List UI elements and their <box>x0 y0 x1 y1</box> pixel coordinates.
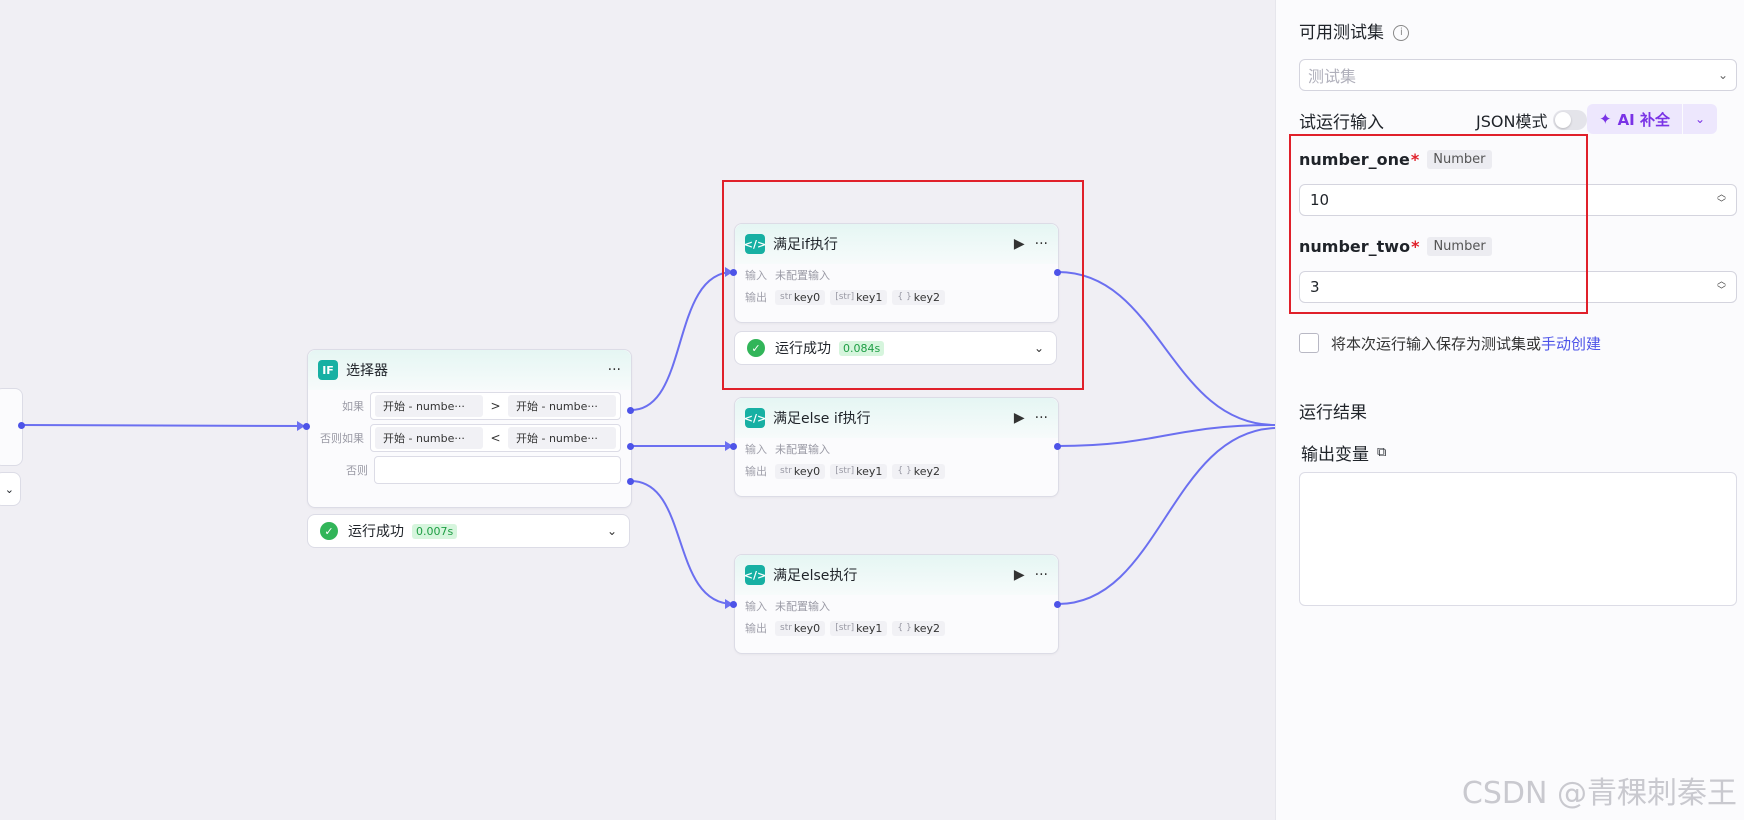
if-icon: IF <box>318 360 338 380</box>
stepper-icon[interactable]: ︿ ﹀ <box>1717 278 1726 296</box>
edge-start-to-selector <box>20 424 306 427</box>
condition-right: 开始 - numbe··· <box>508 395 616 417</box>
selector-status[interactable]: ✓ 运行成功 0.007s ⌄ <box>307 514 630 548</box>
start-status-partial[interactable]: ⌄ <box>0 472 21 506</box>
chevron-down-icon[interactable]: ⌄ <box>607 524 617 538</box>
copy-icon[interactable]: ⧉ <box>1377 445 1386 460</box>
selector-elseif-port[interactable] <box>627 443 634 450</box>
chevron-down-icon: ⌄ <box>1694 112 1706 126</box>
code-node-else[interactable]: </> 满足else执行 ▶ ··· 输入 未配置输入 输出 str key0 [… <box>734 554 1059 654</box>
output-label: 输出 <box>745 622 767 635</box>
condition-left: 开始 - numbe··· <box>375 427 483 449</box>
json-mode[interactable]: JSON模式 <box>1476 108 1588 132</box>
check-circle-icon: ✓ <box>320 522 338 540</box>
more-icon[interactable]: ··· <box>1035 567 1048 583</box>
selector-input-port[interactable] <box>303 423 310 430</box>
stepper-icon[interactable]: ︿ ﹀ <box>1717 191 1726 209</box>
ai-fill-button[interactable]: ✦ AI 补全 <box>1587 104 1682 134</box>
save-testset-checkbox[interactable] <box>1299 333 1319 353</box>
ai-fill-dropdown[interactable]: ⌄ <box>1683 104 1717 134</box>
input-label: 输入 <box>745 443 767 456</box>
edge-selector-to-if <box>630 271 734 411</box>
ai-fill-label: AI 补全 <box>1617 110 1670 129</box>
watermark: CSDN @青稞刺秦王 <box>1461 776 1737 811</box>
workflow-canvas[interactable]: ⌄ IF 选择器 ··· 如果 开始 - numbe··· > 开始 - num… <box>0 0 1275 820</box>
node-title: 选择器 <box>346 363 388 379</box>
edge-else-to-end <box>1057 427 1275 605</box>
highlight-box-inputs <box>1289 134 1588 314</box>
output-chip: [str] key1 <box>830 463 888 479</box>
condition-label: 否则 <box>346 464 368 477</box>
output-variable-box[interactable] <box>1299 472 1737 606</box>
highlight-box-node <box>722 180 1084 390</box>
input-value: 未配置输入 <box>775 600 830 613</box>
json-mode-toggle[interactable] <box>1553 110 1588 130</box>
selector-else-port[interactable] <box>627 478 634 485</box>
input-label: 输入 <box>745 600 767 613</box>
output-row: 输出 str key0 [str] key1 { } key2 <box>735 460 1058 482</box>
elseif-node-input-port[interactable] <box>730 443 737 450</box>
code-node-elseif[interactable]: </> 满足else if执行 ▶ ··· 输入 未配置输入 输出 str key… <box>734 397 1059 497</box>
sparkle-icon: ✦ <box>1599 110 1612 128</box>
condition-label: 否则如果 <box>320 432 364 445</box>
output-chip: { } key2 <box>892 620 945 636</box>
play-icon[interactable]: ▶ <box>1014 567 1025 583</box>
condition-box-empty[interactable] <box>374 456 621 484</box>
result-title: 运行结果 <box>1299 403 1367 423</box>
edges-layer <box>20 267 1275 609</box>
output-label: 输出 <box>745 465 767 478</box>
condition-operator: < <box>490 431 501 445</box>
edge-selector-to-else <box>630 480 734 605</box>
output-chip: str key0 <box>775 463 826 479</box>
save-testset-text: 将本次运行输入保存为测试集或手动创建 <box>1331 335 1602 353</box>
elseif-node-output-port[interactable] <box>1054 443 1061 450</box>
input-row: 输入 未配置输入 <box>735 438 1058 460</box>
condition-box[interactable]: 开始 - numbe··· < 开始 - numbe··· <box>370 424 621 452</box>
condition-elseif[interactable]: 否则如果 开始 - numbe··· < 开始 - numbe··· <box>308 422 631 454</box>
condition-if[interactable]: 如果 开始 - numbe··· > 开始 - numbe··· <box>308 390 631 422</box>
testset-select[interactable]: 测试集 ⌄ <box>1299 59 1737 91</box>
testset-title: 可用测试集 i <box>1299 18 1410 43</box>
else-node-input-port[interactable] <box>730 601 737 608</box>
condition-else[interactable]: 否则 <box>308 454 631 486</box>
edge-if-to-end <box>1057 271 1275 426</box>
manual-create-link[interactable]: 手动创建 <box>1541 335 1601 353</box>
test-run-panel: 可用测试集 i 测试集 ⌄ 试运行输入 JSON模式 ✦ AI 补全 ⌄ num… <box>1275 0 1744 820</box>
input-value: 未配置输入 <box>775 443 830 456</box>
condition-right: 开始 - numbe··· <box>508 427 616 449</box>
selector-if-port[interactable] <box>627 407 634 414</box>
chevron-down-icon: ⌄ <box>1717 68 1728 82</box>
input-row: 输入 未配置输入 <box>735 595 1058 617</box>
trial-input-title: 试运行输入 <box>1299 113 1384 133</box>
output-chip: { } key2 <box>892 463 945 479</box>
condition-left: 开始 - numbe··· <box>375 395 483 417</box>
code-icon: </> <box>744 565 766 585</box>
more-icon[interactable]: ··· <box>1035 410 1048 426</box>
condition-box[interactable]: 开始 - numbe··· > 开始 - numbe··· <box>370 392 621 420</box>
output-row: 输出 str key0 [str] key1 { } key2 <box>735 617 1058 639</box>
chevron-down-icon: ⌄ <box>4 482 14 496</box>
output-chip: str key0 <box>775 620 826 636</box>
more-icon[interactable]: ··· <box>608 362 621 378</box>
condition-operator: > <box>490 399 501 413</box>
status-text: 运行成功 <box>348 524 404 540</box>
selector-node[interactable]: IF 选择器 ··· 如果 开始 - numbe··· > 开始 - numbe… <box>307 349 632 508</box>
start-output-port[interactable] <box>18 422 25 429</box>
json-mode-label: JSON模式 <box>1476 112 1548 131</box>
node-title: 满足else执行 <box>773 568 858 584</box>
node-title: 满足else if执行 <box>773 411 871 427</box>
testset-placeholder: 测试集 <box>1308 67 1357 86</box>
condition-label: 如果 <box>342 400 364 413</box>
info-icon[interactable]: i <box>1393 25 1410 41</box>
output-var-title: 输出变量 ⧉ <box>1301 445 1387 465</box>
code-icon: </> <box>744 408 766 428</box>
else-node-output-port[interactable] <box>1054 601 1061 608</box>
output-chip: [str] key1 <box>830 620 888 636</box>
status-time: 0.007s <box>412 523 458 539</box>
play-icon[interactable]: ▶ <box>1014 410 1025 426</box>
